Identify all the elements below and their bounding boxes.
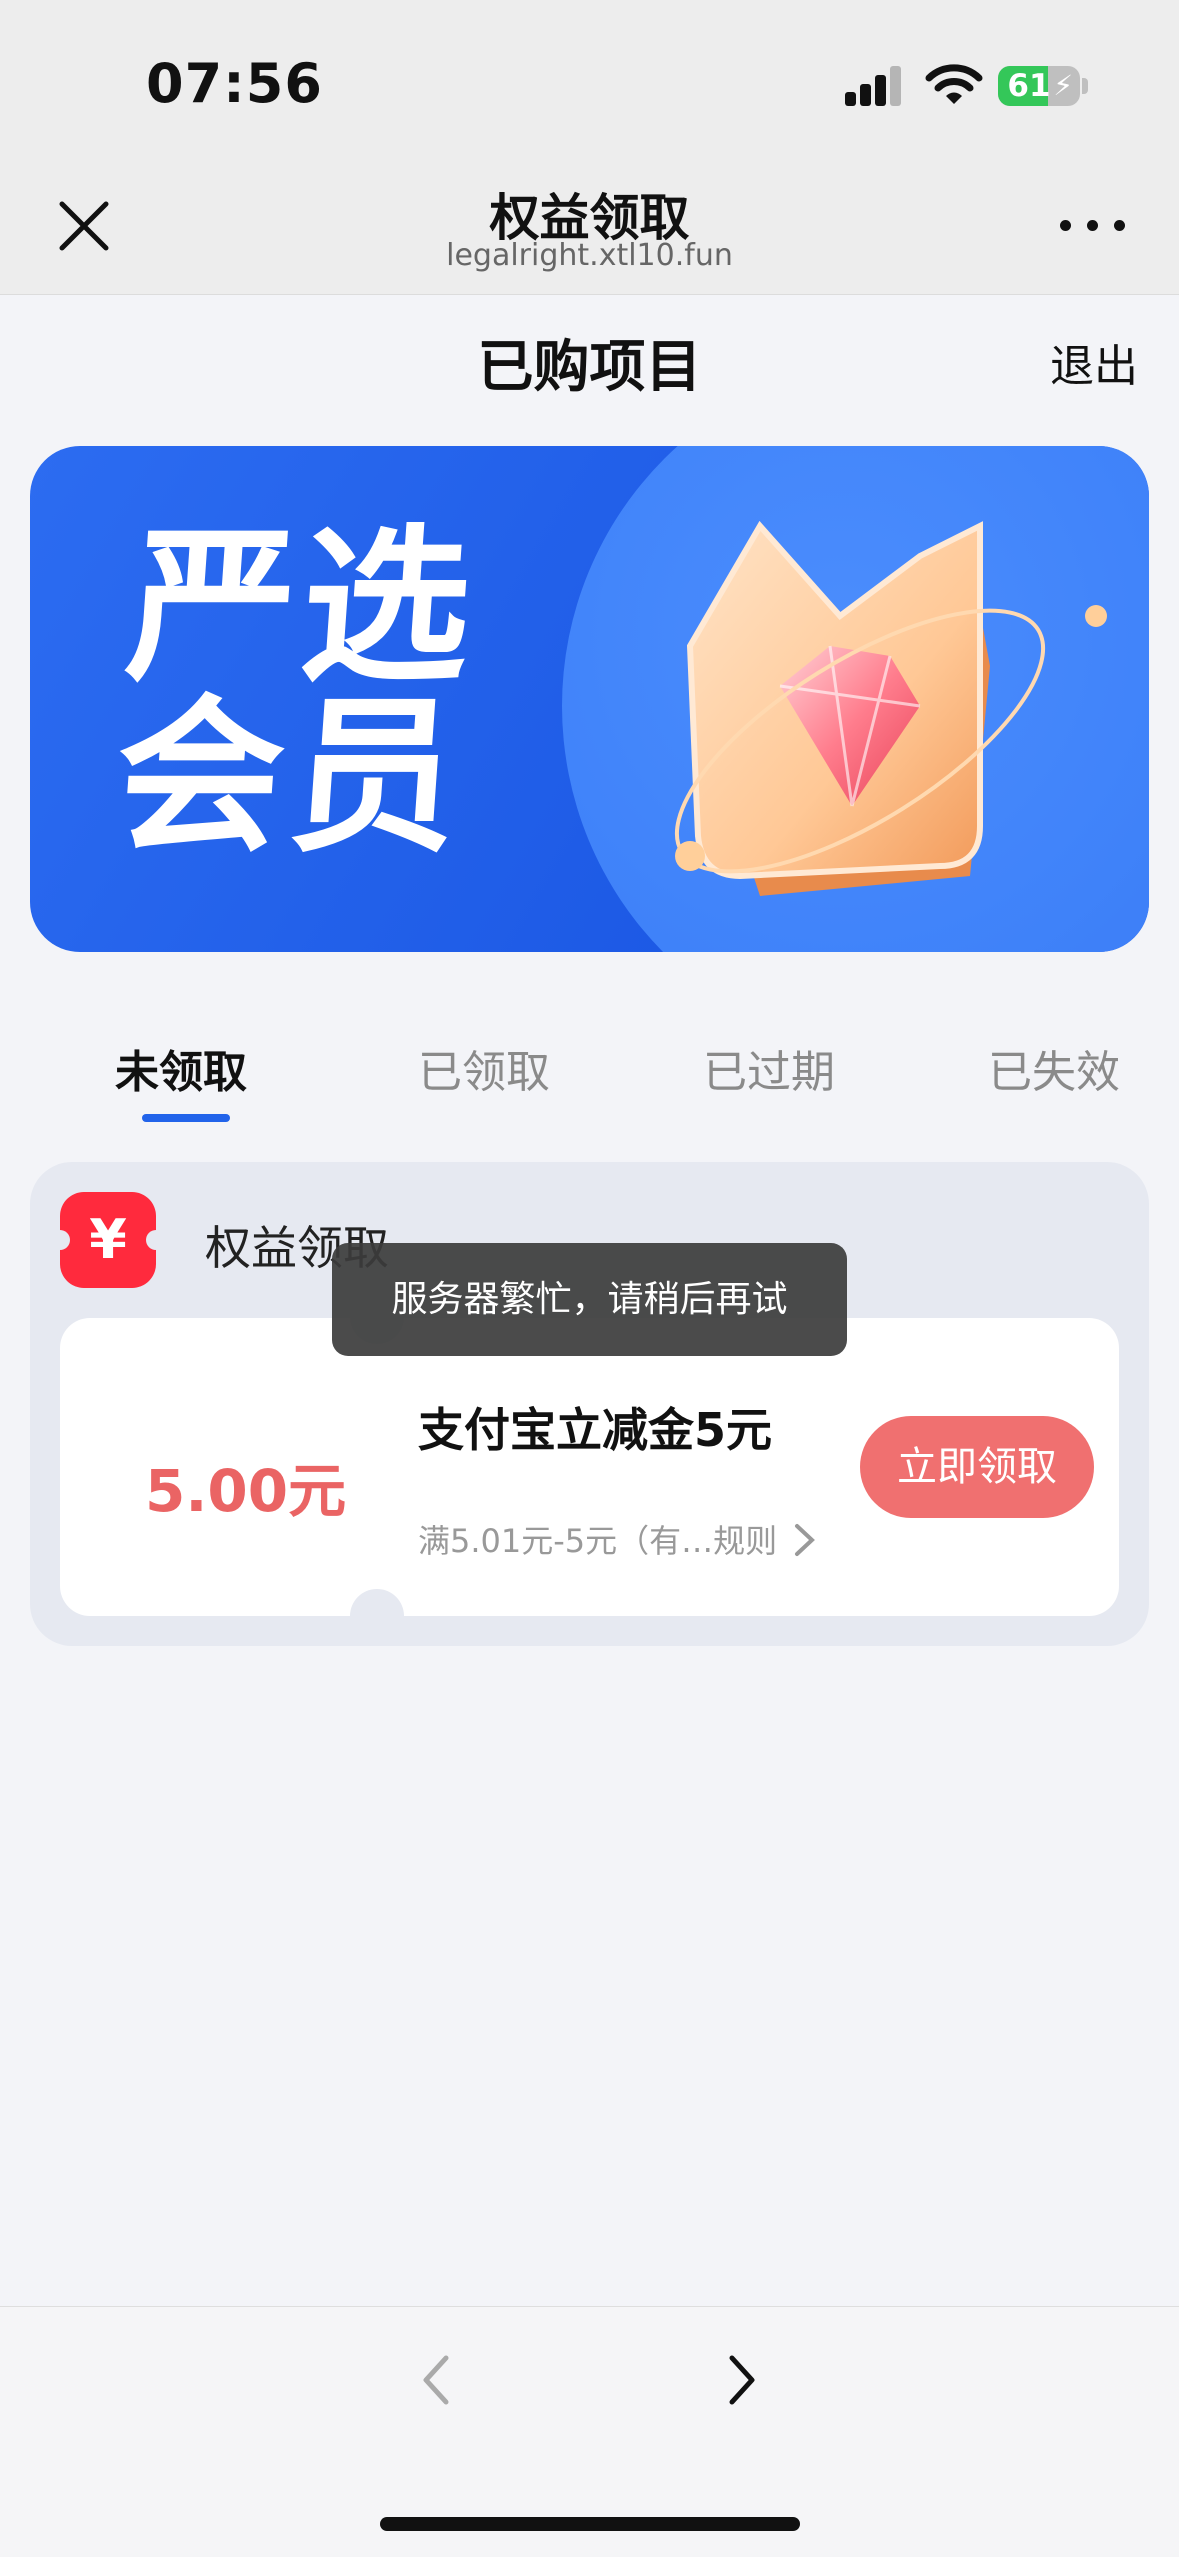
voucher-title: 支付宝立减金5元 xyxy=(418,1403,773,1457)
toast-message: 服务器繁忙，请稍后再试 xyxy=(332,1243,847,1356)
banner-line-1: 严选 xyxy=(121,509,483,705)
voucher-notch-bottom xyxy=(350,1589,404,1643)
crown-diamond-icon xyxy=(674,520,1107,896)
banner-line-2: 会员 xyxy=(109,679,471,875)
forward-arrow-icon[interactable] xyxy=(716,2350,766,2410)
yuan-coupon-icon: ¥ xyxy=(60,1192,156,1288)
vip-banner: 严选 会员 xyxy=(30,446,1149,952)
status-time: 07:56 xyxy=(146,52,323,115)
banner-text: 严选 会员 xyxy=(109,509,574,875)
chevron-right-icon[interactable] xyxy=(792,1520,818,1560)
active-tab-indicator xyxy=(142,1114,230,1122)
home-indicator[interactable] xyxy=(380,2517,800,2531)
yuan-symbol: ¥ xyxy=(89,1208,127,1271)
tab-expired[interactable]: 已过期 xyxy=(703,1036,835,1100)
charging-bolt-icon: ⚡ xyxy=(1053,69,1073,102)
back-arrow-icon[interactable] xyxy=(412,2350,462,2410)
battery-level: 61 xyxy=(1007,68,1051,104)
tab-unclaimed[interactable]: 未领取 xyxy=(115,1036,247,1100)
claim-now-button[interactable]: 立即领取 xyxy=(860,1416,1094,1518)
tab-invalid[interactable]: 已失效 xyxy=(988,1036,1120,1100)
page-title: 已购项目 xyxy=(477,335,702,400)
battery-cap xyxy=(1082,78,1088,94)
wifi-icon xyxy=(925,64,983,104)
more-options-icon[interactable] xyxy=(1058,214,1128,238)
logout-link[interactable]: 退出 xyxy=(1050,330,1138,394)
cellular-signal-icon xyxy=(845,66,901,106)
voucher-amount: 5.00元 xyxy=(145,1457,347,1525)
browser-url: legalright.xtl10.fun xyxy=(446,238,733,273)
battery-icon: 61 ⚡ xyxy=(998,66,1080,106)
close-icon[interactable] xyxy=(48,190,120,262)
voucher-rule-link[interactable]: 满5.01元-5元（有…规则 xyxy=(418,1516,777,1562)
tab-claimed[interactable]: 已领取 xyxy=(418,1036,550,1100)
